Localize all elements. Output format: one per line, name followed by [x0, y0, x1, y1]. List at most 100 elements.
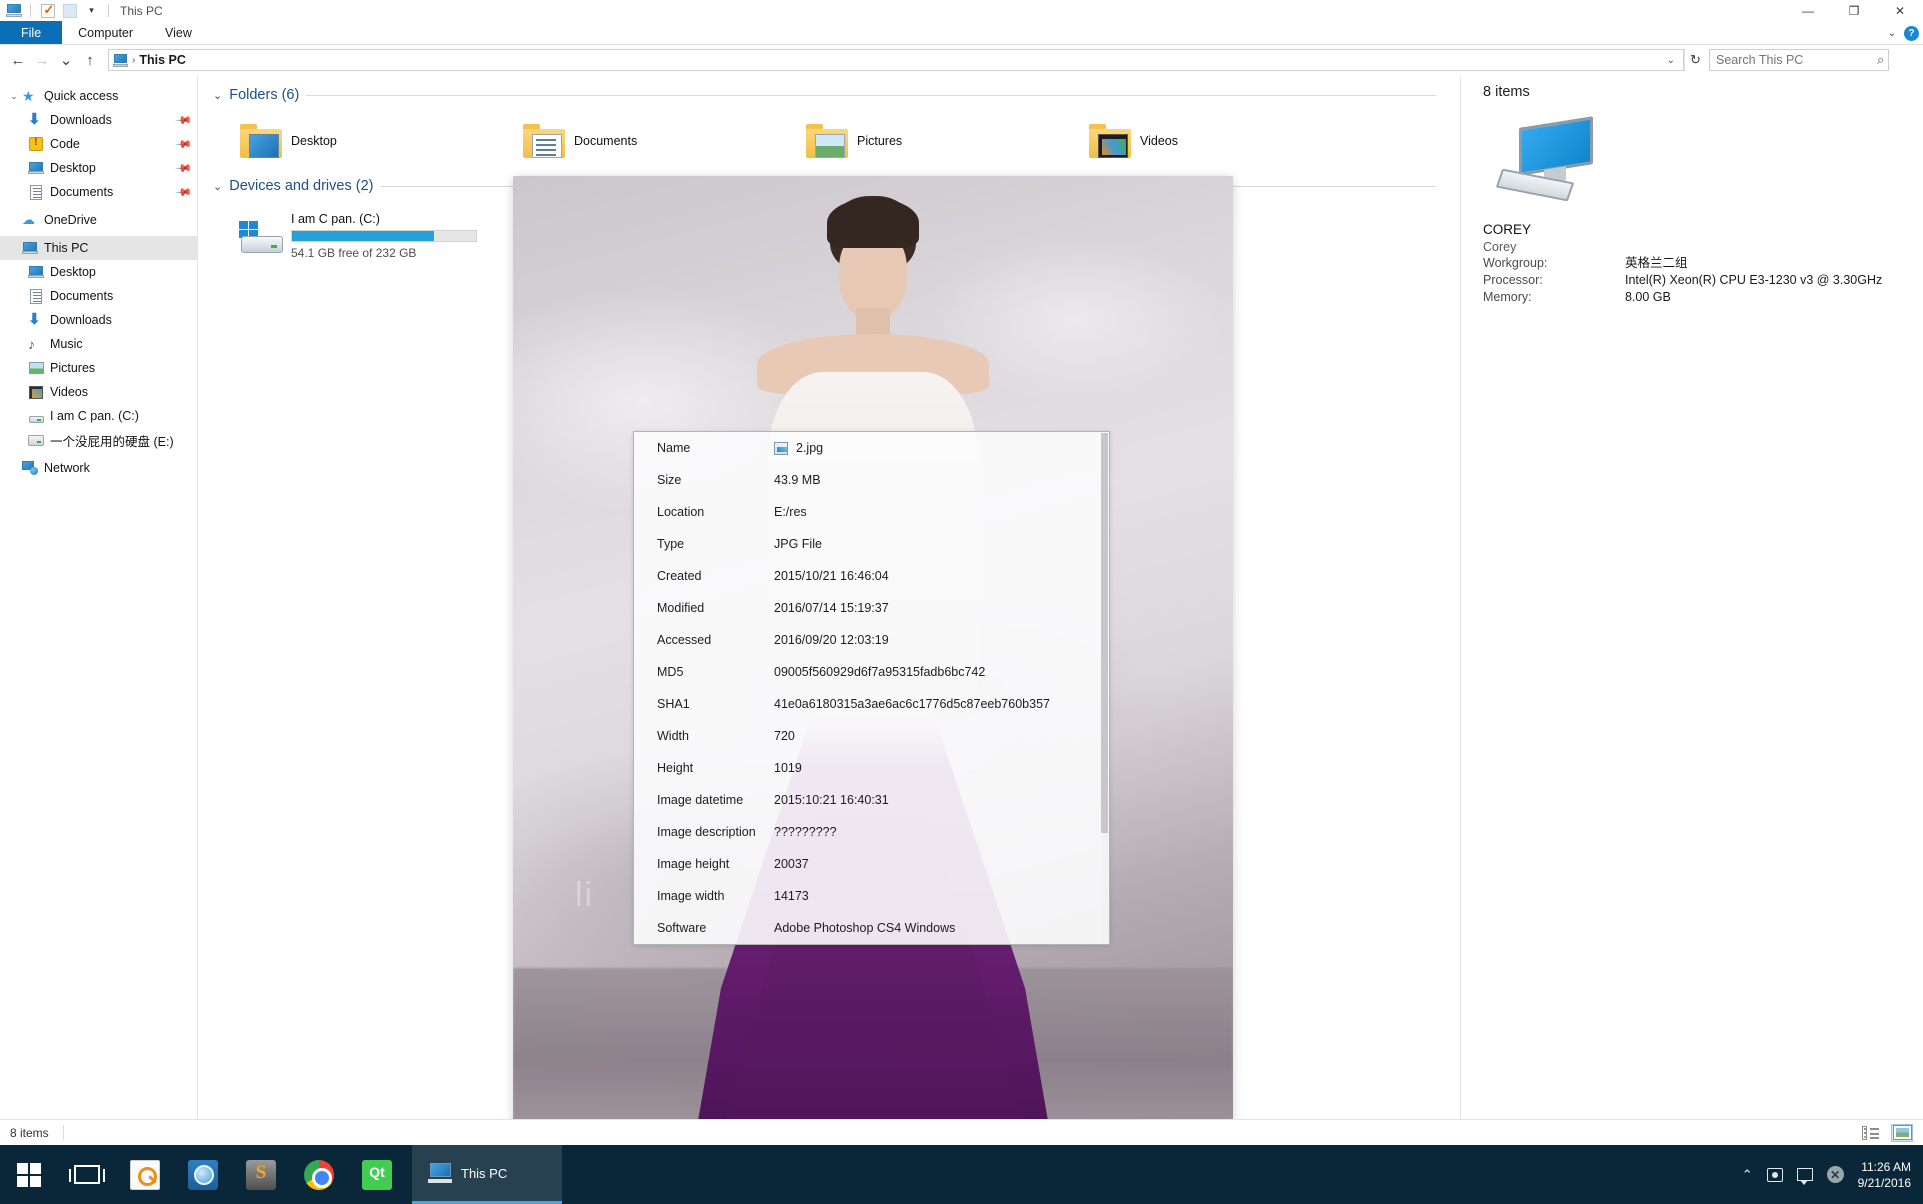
info-row-image-height: Image height 20037: [634, 848, 1109, 880]
file-info-panel[interactable]: Name 2.jpg Size 43.9 MB Location E:/res …: [633, 431, 1110, 945]
qt-creator-icon[interactable]: [348, 1145, 406, 1204]
document-icon: [26, 184, 46, 200]
tab-file[interactable]: File: [0, 21, 63, 44]
sidebar-item-documents[interactable]: Documents: [0, 284, 197, 308]
pin-icon[interactable]: 📌: [175, 135, 194, 153]
sidebar-item-this-pc[interactable]: This PC: [0, 236, 197, 260]
sidebar-item-quick-access[interactable]: ⌄ ★ Quick access: [0, 84, 197, 108]
chevron-down-icon[interactable]: ⌄: [8, 91, 20, 102]
dropdown-caret-icon[interactable]: ▾: [82, 1, 101, 20]
error-tray-icon[interactable]: ✕: [1826, 1166, 1844, 1183]
pin-icon[interactable]: 📌: [175, 183, 194, 201]
up-button[interactable]: ↑: [78, 48, 102, 72]
folder-desktop-icon: [235, 123, 287, 158]
tab-view[interactable]: View: [149, 21, 208, 44]
sidebar-item-desktop[interactable]: Desktop: [0, 260, 197, 284]
sidebar-item-drive-c[interactable]: I am C pan. (C:): [0, 404, 197, 428]
list-item[interactable]: Pictures: [779, 112, 1062, 169]
blank-icon[interactable]: [60, 1, 79, 20]
tab-computer[interactable]: Computer: [62, 21, 149, 44]
chrome-icon[interactable]: [290, 1145, 348, 1204]
windows-start-icon[interactable]: [0, 1145, 58, 1204]
sidebar-item-network[interactable]: Network: [0, 456, 197, 480]
info-row-md5: MD5 09005f560929d6f7a95315fadb6bc742: [634, 656, 1109, 688]
chevron-down-icon[interactable]: ⌄: [213, 180, 222, 193]
info-key: Width: [657, 729, 689, 743]
breadcrumb[interactable]: › This PC ⌄: [108, 49, 1684, 71]
chevron-down-icon[interactable]: ⌄: [213, 89, 222, 102]
everything-search-icon[interactable]: [116, 1145, 174, 1204]
details-view-icon[interactable]: [1859, 1124, 1881, 1142]
breadcrumb-current[interactable]: This PC: [139, 53, 186, 67]
sidebar-item-drive-e[interactable]: 一个没屁用的硬盘 (E:): [0, 428, 197, 452]
network-tray-icon[interactable]: [1766, 1167, 1783, 1182]
search-icon[interactable]: ⌕: [1877, 52, 1884, 68]
sidebar-item-documents-qa[interactable]: Documents 📌: [0, 180, 197, 204]
checkbox-icon[interactable]: [38, 1, 57, 20]
info-value: 2015/10/21 16:46:04: [774, 569, 889, 583]
breadcrumb-separator[interactable]: ›: [132, 55, 135, 66]
sidebar-item-label: Downloads: [50, 313, 112, 327]
sidebar-item-code[interactable]: Code 📌: [0, 132, 197, 156]
list-item[interactable]: Desktop: [213, 112, 496, 169]
recent-locations-button[interactable]: ⌄: [54, 48, 78, 72]
user-name: Corey: [1483, 240, 1517, 254]
drive-info: I am C pan. (C:) 54.1 GB free of 232 GB: [291, 212, 491, 260]
taskbar-active-window-this-pc[interactable]: This PC: [412, 1145, 562, 1204]
list-item[interactable]: I am C pan. (C:) 54.1 GB free of 232 GB: [213, 203, 496, 269]
info-value: 41e0a6180315a3ae6ac6c1776d5c87eeb760b357: [774, 697, 1050, 711]
sidebar-item-onedrive[interactable]: ☁ OneDrive: [0, 208, 197, 232]
info-value: 14173: [774, 889, 809, 903]
group-title: Devices and drives (2): [229, 178, 374, 194]
info-value: 09005f560929d6f7a95315fadb6bc742: [774, 665, 986, 679]
info-value: 2.jpg: [774, 441, 823, 455]
action-center-icon[interactable]: [1796, 1168, 1813, 1185]
folder-pictures-icon: [801, 123, 853, 158]
jpg-file-icon: [774, 441, 788, 455]
sidebar-item-music[interactable]: ♪ Music: [0, 332, 197, 356]
computer-icon: [1495, 116, 1603, 210]
info-row-height: Height 1019: [634, 752, 1109, 784]
group-header-folders[interactable]: ⌄ Folders (6): [213, 84, 1460, 106]
pin-icon[interactable]: 📌: [175, 111, 194, 129]
drive-usage-bar: [291, 230, 477, 242]
minimize-button[interactable]: —: [1785, 0, 1831, 21]
sidebar-item-videos[interactable]: Videos: [0, 380, 197, 404]
toolbar-divider-2: [108, 4, 109, 17]
sublime-text-icon[interactable]: [232, 1145, 290, 1204]
info-row-name: Name 2.jpg: [634, 432, 1109, 464]
pin-icon[interactable]: 📌: [175, 159, 194, 177]
taskbar-clock[interactable]: 11:26 AM 9/21/2016: [1858, 1159, 1911, 1191]
sidebar-item-label: Downloads: [50, 113, 112, 127]
sidebar-item-downloads-qa[interactable]: ⬇ Downloads 📌: [0, 108, 197, 132]
group-title: Folders (6): [229, 87, 300, 103]
window-controls: — ❐ ✕: [1785, 0, 1923, 21]
chevron-down-icon[interactable]: ⌄: [1667, 55, 1675, 66]
search-input[interactable]: [1716, 53, 1877, 67]
ribbon-tab-bar: File Computer View ⌄ ?: [0, 21, 1923, 45]
task-view-icon[interactable]: [58, 1145, 116, 1204]
sidebar-item-pictures[interactable]: Pictures: [0, 356, 197, 380]
back-button[interactable]: ←: [6, 48, 30, 72]
list-item[interactable]: Documents: [496, 112, 779, 169]
this-pc-icon[interactable]: [4, 1, 23, 20]
dictionary-icon[interactable]: [174, 1145, 232, 1204]
close-button[interactable]: ✕: [1877, 0, 1923, 21]
refresh-button[interactable]: ↻: [1684, 49, 1706, 71]
chevron-down-icon[interactable]: ⌄: [1888, 28, 1896, 39]
scrollbar-thumb[interactable]: [1101, 433, 1108, 833]
search-box[interactable]: ⌕: [1709, 49, 1889, 71]
sidebar-item-label: Desktop: [50, 265, 96, 279]
forward-button[interactable]: →: [30, 48, 54, 72]
clock-date: 9/21/2016: [1857, 1175, 1911, 1190]
show-hidden-icons-icon[interactable]: ⌃: [1742, 1167, 1753, 1183]
help-icon[interactable]: ?: [1904, 25, 1919, 41]
info-value: 20037: [774, 857, 809, 871]
sidebar-item-downloads[interactable]: ⬇ Downloads: [0, 308, 197, 332]
sidebar-item-label: OneDrive: [44, 213, 97, 227]
maximize-button[interactable]: ❐: [1831, 0, 1877, 21]
sidebar-item-desktop-qa[interactable]: Desktop 📌: [0, 156, 197, 180]
list-item[interactable]: Videos: [1062, 112, 1345, 169]
large-icons-view-icon[interactable]: [1891, 1123, 1913, 1142]
info-panel-scrollbar[interactable]: [1101, 433, 1108, 944]
